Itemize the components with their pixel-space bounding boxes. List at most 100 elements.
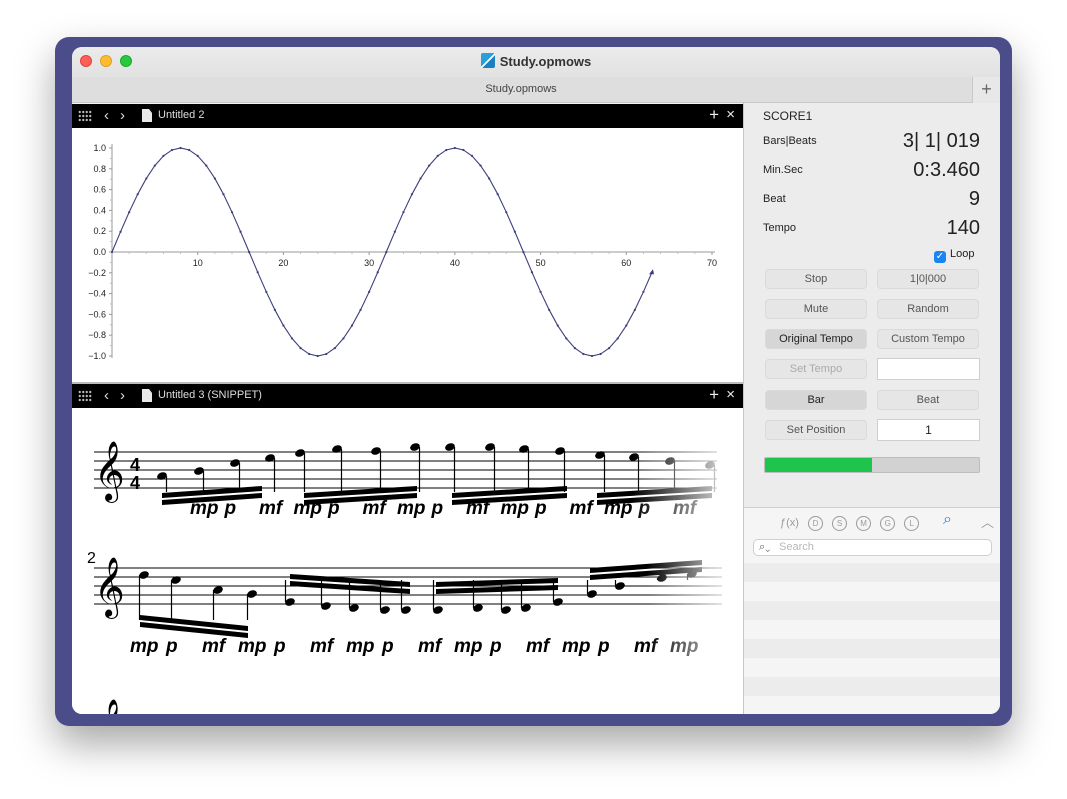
time-signature-bottom: 4 xyxy=(130,473,140,493)
data-point xyxy=(633,308,636,311)
data-point xyxy=(488,177,491,180)
title-bar: Study.opmows xyxy=(72,47,1000,77)
data-point xyxy=(565,337,568,340)
chevron-up-icon[interactable]: ︿ xyxy=(981,512,994,531)
set-tempo-button[interactable]: Set Tempo xyxy=(765,359,867,379)
custom-tempo-button[interactable]: Custom Tempo xyxy=(877,329,979,349)
beat-button[interactable]: Beat xyxy=(877,390,979,410)
data-point xyxy=(505,211,508,214)
grid-icon[interactable] xyxy=(78,110,92,122)
data-point xyxy=(385,250,388,254)
sine-chart: 1.0 0.8 0.6 0.4 0.2 0.0 −0.2 −0.4 −0.6 −0.8 −1.0 10… xyxy=(88,143,717,361)
dynamic-marking: mf xyxy=(202,636,227,657)
loop-checkbox[interactable]: ✓ Loop xyxy=(934,248,974,263)
back-icon[interactable]: ‹ xyxy=(104,107,109,124)
data-point xyxy=(162,154,165,158)
score-pane-title: Untitled 3 (SNIPPET) xyxy=(158,389,262,401)
dynamic-marking: p xyxy=(165,636,178,657)
data-point xyxy=(248,250,251,254)
min-sec-label: Min.Sec xyxy=(763,164,803,176)
data-point xyxy=(325,352,328,356)
add-pane-button[interactable]: + xyxy=(709,105,719,125)
set-position-button[interactable]: Set Position xyxy=(765,420,867,440)
filter-l-icon[interactable]: L xyxy=(904,516,920,531)
data-point xyxy=(333,346,336,350)
bars-beats-value: 3| 1| 019 xyxy=(902,130,980,152)
x-tick-label: 50 xyxy=(536,258,546,268)
x-tick-label: 70 xyxy=(707,258,717,268)
transport-panel: SCORE1 Bars|Beats 3| 1| 019 Min.Sec 0:3.… xyxy=(744,103,1000,714)
function-filter-icon[interactable]: ƒ(x) xyxy=(780,517,799,529)
min-sec-value: 0:3.460 xyxy=(913,159,980,181)
mute-button[interactable]: Mute xyxy=(765,299,867,319)
dynamic-marking: mf xyxy=(526,636,551,657)
data-point xyxy=(530,271,534,274)
dynamic-marking: p xyxy=(381,636,394,657)
bar-button[interactable]: Bar xyxy=(765,390,867,410)
list-row xyxy=(744,601,1000,620)
dynamic-marking: p xyxy=(597,636,610,657)
data-point xyxy=(625,324,628,327)
dynamic-marking: p xyxy=(431,498,444,519)
dynamic-marking: mp xyxy=(501,498,530,519)
document-icon xyxy=(480,53,495,68)
data-point xyxy=(213,177,216,180)
y-tick-label: 0.2 xyxy=(93,226,106,236)
y-tick-label: 1.0 xyxy=(93,143,106,153)
dynamic-marking: mp xyxy=(346,636,375,657)
tempo-input[interactable] xyxy=(877,358,980,380)
random-button[interactable]: Random xyxy=(877,299,979,319)
tab-bar: Study.opmows + xyxy=(72,77,1000,103)
forward-icon[interactable]: › xyxy=(120,387,125,404)
close-pane-button[interactable]: × xyxy=(726,386,735,403)
data-point xyxy=(410,193,414,196)
data-point xyxy=(608,346,611,350)
data-point xyxy=(522,250,525,254)
y-tick-label: −1.0 xyxy=(88,351,106,361)
dynamic-marking: mp xyxy=(562,636,591,657)
data-point xyxy=(368,290,371,293)
dynamic-marking: mp xyxy=(397,498,426,519)
original-tempo-button[interactable]: Original Tempo xyxy=(765,329,867,349)
chart-area[interactable]: 1.0 0.8 0.6 0.4 0.2 0.0 −0.2 −0.4 −0.6 −0.8 −1.0 10… xyxy=(72,128,743,382)
data-point xyxy=(419,177,422,180)
tab-study[interactable]: Study.opmows xyxy=(72,83,970,95)
data-point xyxy=(376,271,379,274)
new-tab-button[interactable]: + xyxy=(972,77,1000,103)
progress-fill xyxy=(765,458,872,472)
data-point xyxy=(205,164,208,167)
back-icon[interactable]: ‹ xyxy=(104,387,109,404)
filter-s-icon[interactable]: S xyxy=(832,516,848,531)
data-point xyxy=(342,337,345,340)
score-area[interactable]: 𝄞44mppmfmppmfmppmfmppmfmppmf2𝄞mppmfmppmf… xyxy=(72,408,743,714)
search-icon[interactable]: ⌕ xyxy=(943,511,952,529)
x-tick-label: 30 xyxy=(364,258,374,268)
filter-m-icon[interactable]: M xyxy=(856,516,872,531)
forward-icon[interactable]: › xyxy=(120,107,125,124)
data-point xyxy=(462,148,465,152)
app-window: Study.opmows Study.opmows + ‹ › Untitled… xyxy=(72,47,1000,714)
grid-icon[interactable] xyxy=(78,390,92,402)
data-point xyxy=(513,230,516,233)
data-point xyxy=(265,290,268,293)
data-point xyxy=(136,193,139,196)
beat-label: Beat xyxy=(763,193,786,205)
data-point xyxy=(145,177,148,180)
music-score: 𝄞44mppmfmppmfmppmfmppmfmppmf2𝄞mppmfmppmf… xyxy=(87,422,743,714)
fade-overlay xyxy=(647,538,743,658)
reset-position-button[interactable]: 1|0|000 xyxy=(877,269,979,289)
search-scope-icon[interactable]: ⌕⌄ xyxy=(759,540,770,555)
dynamic-marking: mf xyxy=(310,636,335,657)
close-pane-button[interactable]: × xyxy=(726,106,735,123)
position-input[interactable]: 1 xyxy=(877,419,980,441)
filter-g-icon[interactable]: G xyxy=(880,516,896,531)
browser-filters: ƒ(x) D S M G L xyxy=(780,516,925,531)
stop-button[interactable]: Stop xyxy=(765,269,867,289)
data-point xyxy=(153,164,156,167)
filter-d-icon[interactable]: D xyxy=(808,516,824,531)
search-input[interactable]: ⌕⌄ Search xyxy=(753,539,992,556)
score-name: SCORE1 xyxy=(763,109,813,123)
bars-beats-label: Bars|Beats xyxy=(763,135,817,147)
add-pane-button[interactable]: + xyxy=(709,385,719,405)
data-point xyxy=(496,193,499,196)
